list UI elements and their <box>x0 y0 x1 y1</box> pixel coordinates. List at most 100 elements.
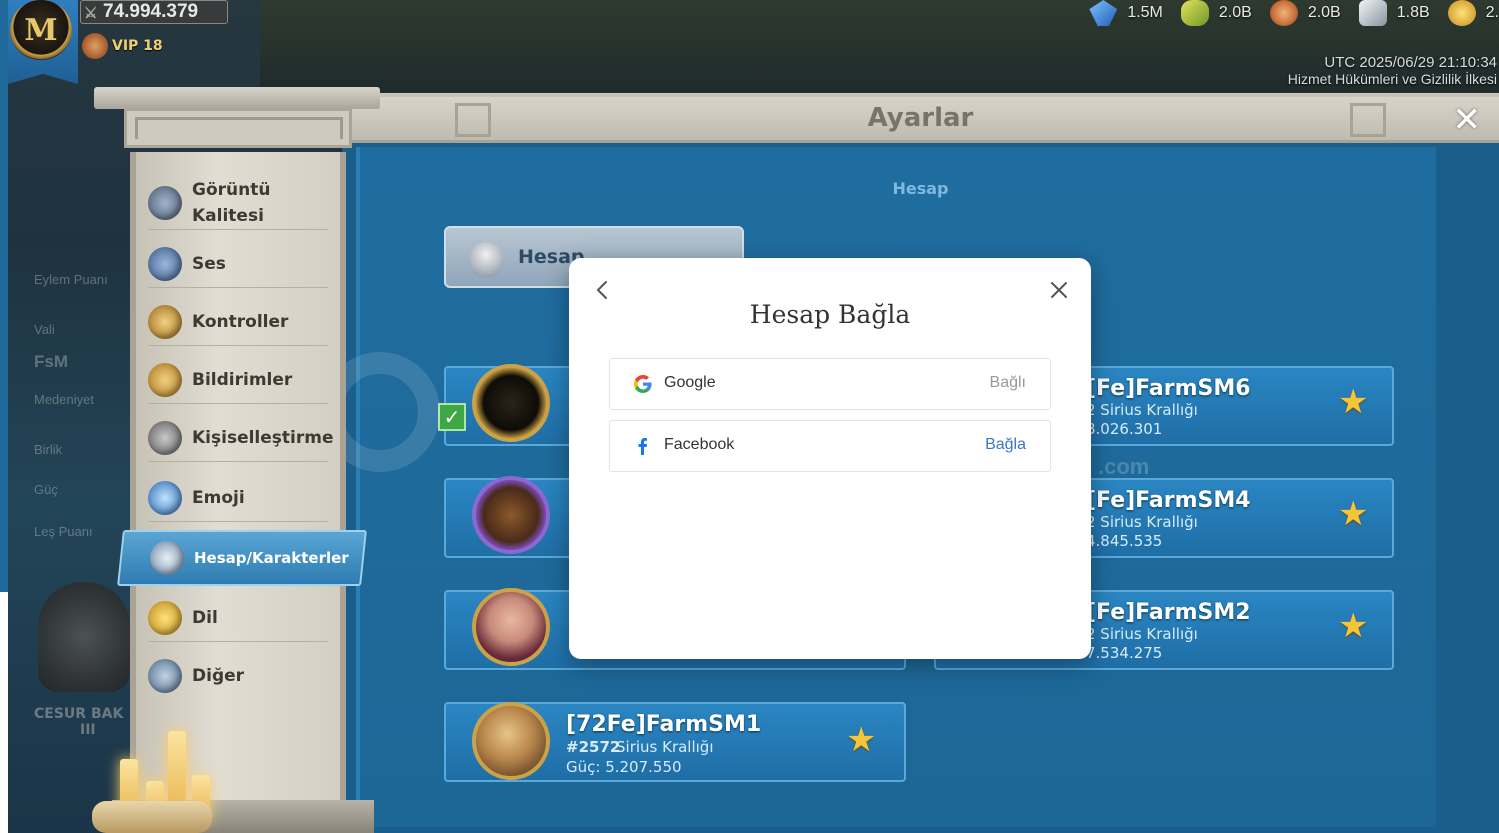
character-power: 8.026.301 <box>1086 420 1163 438</box>
settings-title: Ayarlar <box>867 103 974 133</box>
alliance-label: Birlik <box>34 442 63 457</box>
character-power: 7.534.275 <box>1086 644 1163 662</box>
left-edge-strip <box>0 0 8 592</box>
resource-stone[interactable]: 1.8B <box>1358 0 1430 26</box>
greek-ornament <box>1350 103 1386 137</box>
character-avatar <box>472 702 550 780</box>
gem-icon <box>1089 0 1118 26</box>
customize-icon <box>148 420 182 455</box>
account-icon <box>150 541 184 575</box>
resource-value: 1.8B <box>1396 4 1430 21</box>
sidebar-item-language[interactable]: Dil <box>148 594 328 642</box>
resource-bar: 1.5M 2.0B 2.0B 1.8B 2. <box>1071 0 1499 26</box>
controls-icon <box>148 304 182 339</box>
vip-crown-icon <box>82 33 108 59</box>
resource-food[interactable]: 2.0B <box>1180 0 1252 26</box>
power-value: 74.994.379 <box>103 1 199 22</box>
resource-value: 1.5M <box>1127 4 1163 21</box>
sidebar-item-notifications[interactable]: Bildirimler <box>148 356 328 404</box>
sidebar-item-label: Diğer <box>192 666 245 686</box>
facebook-provider-row[interactable]: Facebook Bağla <box>609 420 1051 472</box>
sidebar-item-account-characters[interactable]: Hesap/Karakterler <box>117 530 367 586</box>
column-capital <box>94 87 380 109</box>
character-card[interactable]: [72Fe]FarmSM1 #2572 Sirius Krallığı Güç:… <box>444 702 906 782</box>
character-kingdom-id: #2572 <box>566 738 621 756</box>
wood-icon <box>1269 0 1298 26</box>
link-account-modal: Hesap Bağla Google Bağlı Facebook Bağla <box>569 258 1091 659</box>
player-avatar[interactable]: M <box>10 0 72 60</box>
modal-title: Hesap Bağla <box>749 300 911 329</box>
sidebar-item-display-quality[interactable]: Görüntü Kalitesi <box>148 176 328 230</box>
provider-name: Facebook <box>664 436 735 453</box>
section-title: Hesap <box>892 179 949 198</box>
character-kingdom: 2 Sirius Krallığı <box>1086 625 1198 643</box>
character-name: [Fe]FarmSM4 <box>1086 488 1251 513</box>
greek-key-pattern <box>135 117 343 139</box>
facebook-link-button[interactable]: Bağla <box>985 436 1026 454</box>
action-points-label: Eylem Puanı <box>34 272 108 287</box>
account-icon <box>468 242 504 278</box>
character-avatar <box>472 476 550 554</box>
language-icon <box>148 600 182 635</box>
power-label: Güç <box>34 482 58 497</box>
vip-badge[interactable]: VIP 18 <box>82 32 163 60</box>
bell-icon <box>148 362 182 397</box>
sidebar-item-label: Dil <box>192 607 218 628</box>
sidebar-item-emoji[interactable]: Emoji <box>148 474 328 522</box>
kill-points-label: Leş Puanı <box>34 524 93 539</box>
sidebar-item-customize[interactable]: Kişiselleştirme <box>148 414 333 462</box>
close-icon[interactable] <box>1047 278 1071 302</box>
character-kingdom: 2 Sirius Krallığı <box>1086 401 1198 419</box>
character-kingdom: Sirius Krallığı <box>616 738 714 756</box>
alliance-tag: FsM <box>34 352 68 371</box>
resource-value: 2.0B <box>1307 4 1341 21</box>
gold-coin-icon <box>1447 0 1476 26</box>
character-avatar <box>472 364 550 442</box>
sidebar-item-label: Kişiselleştirme <box>192 427 334 448</box>
provider-name: Google <box>664 374 716 391</box>
resource-value: 2.0B <box>1218 4 1252 21</box>
character-power: 4.845.535 <box>1086 532 1163 550</box>
power-display: ⚔ 74.994.379 <box>80 0 228 24</box>
star-icon[interactable]: ★ <box>1338 494 1368 534</box>
vip-label: VIP 18 <box>112 38 163 54</box>
sound-icon <box>148 246 182 281</box>
sidebar-item-other[interactable]: Diğer <box>148 652 328 700</box>
column-frieze <box>124 108 352 148</box>
character-power: Güç: 5.207.550 <box>566 758 682 776</box>
character-name: [Fe]FarmSM6 <box>1086 376 1251 401</box>
scroll-icon <box>92 801 212 833</box>
star-icon[interactable]: ★ <box>846 720 876 760</box>
resource-value: 2. <box>1485 4 1499 21</box>
character-name: [72Fe]FarmSM1 <box>566 712 762 737</box>
close-icon[interactable]: ✕ <box>1453 100 1482 140</box>
google-icon <box>634 375 652 393</box>
sword-icon: ⚔ <box>84 5 98 22</box>
utc-clock: UTC 2025/06/29 21:10:34 <box>1324 54 1497 71</box>
selected-check-icon: ✓ <box>438 403 466 431</box>
resource-gems[interactable]: 1.5M <box>1089 0 1163 26</box>
character-avatar <box>472 588 550 666</box>
display-quality-icon <box>148 185 182 220</box>
character-name: [Fe]FarmSM2 <box>1086 600 1251 625</box>
sidebar-item-label: Kontroller <box>192 311 289 332</box>
governor-label: Vali <box>34 322 55 337</box>
google-provider-row[interactable]: Google Bağlı <box>609 358 1051 410</box>
sidebar-item-sound[interactable]: Ses <box>148 240 328 288</box>
star-icon[interactable]: ★ <box>1338 382 1368 422</box>
star-icon[interactable]: ★ <box>1338 606 1368 646</box>
emoji-icon <box>148 480 182 515</box>
civilization-label: Medeniyet <box>34 392 94 407</box>
back-arrow-icon[interactable] <box>591 278 615 302</box>
terms-link[interactable]: Hizmet Hükümleri ve Gizlilik İlkesi <box>1288 71 1497 87</box>
resource-gold[interactable]: 2. <box>1447 0 1499 26</box>
rank-crest-icon <box>38 582 130 692</box>
sidebar-item-controls[interactable]: Kontroller <box>148 298 328 346</box>
candles-decoration <box>92 712 222 833</box>
watermark-text: .com <box>1098 454 1150 479</box>
resource-wood[interactable]: 2.0B <box>1269 0 1341 26</box>
sidebar-item-label: Emoji <box>192 487 245 508</box>
google-status-label: Bağlı <box>989 374 1026 391</box>
sidebar-item-label: Hesap/Karakterler <box>194 549 349 567</box>
facebook-icon <box>638 438 647 455</box>
